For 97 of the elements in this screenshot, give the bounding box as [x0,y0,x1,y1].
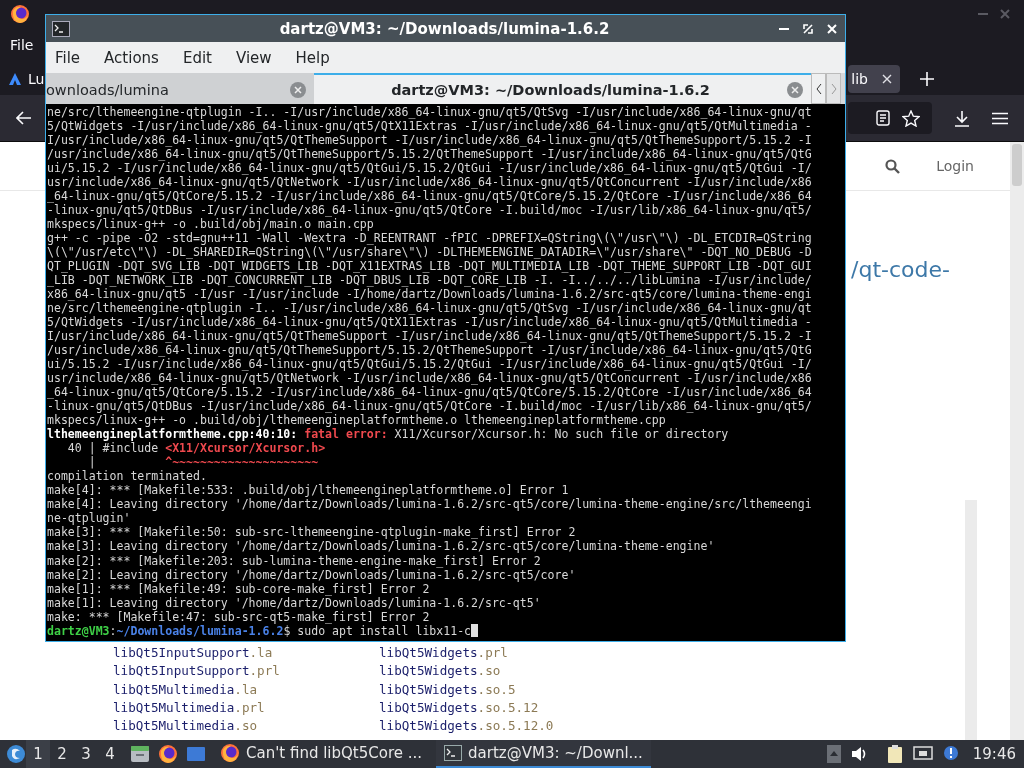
terminal-line: make[4]: Leaving directory '/home/dartz/Downloads/lumina-1.6.2/src-qt5/core/lumina-theme-engine/src/lthemeengi [47,497,812,512]
terminal-line: ui/5.15.2 -I/usr/include/x86_64-linux-gnu/qt5/QtGui/5.15.2/QtGui -I/usr/include/x86_64-linux-gnu/qt5/QtGui -I/ [47,161,812,176]
notification-icon[interactable] [942,745,959,763]
file-name: libQt5Multimedia.so [113,717,259,736]
network-icon[interactable] [912,746,933,762]
terminal-line: x86_64-linux-gnu/qt5 -I/usr -I/usr/include -I/home/dartz/Downloads/lumina-1.6.2/src-qt5/core/lumina-theme-engi [47,287,812,302]
firefox-icon [10,4,30,24]
terminal-line: make[2]: Leaving directory '/home/dartz/Downloads/lumina-1.6.2/src-qt5/core' [47,567,576,582]
firefox-icon [220,743,240,763]
terminal-line: ne-qtplugin' [47,511,131,526]
terminal-line: 5/QtWidgets -I/usr/include/x86_64-linux-gnu/qt5/QtX11Extras -I/usr/include/x86_64-linux-gnu/qt5/QtMultimedia - [47,315,812,330]
left-chevron-icon [815,82,822,95]
right-chevron-icon [830,82,837,95]
window-title: dartz@VM3: ~/Downloads/lumina-1.6.2 [278,19,611,38]
search-icon[interactable] [885,158,901,174]
download-icon[interactable] [954,109,970,127]
menu-item[interactable]: Edit [182,48,224,67]
file-name: libQt5InputSupport.prl [113,662,281,681]
terminal-line: _64-linux-gnu/qt5/QtCore/5.15.2 -I/usr/include/x86_64-linux-gnu/qt5/QtCore/5.15.2/QtCore -I/usr/include/x86_64 [47,385,812,400]
triangle-logo-icon [8,71,22,86]
file-name: libQt5Multimedia.la [113,680,259,699]
terminal-line: dartz@VM3:~/Downloads/lumina-1.6.2$ sudo apt install libx11-c [47,623,472,638]
terminal-line: mkspecs/linux-g++ -o .build/obj/lthemeengineplatformtheme.o lthemeengineplatformtheme.cpp [47,413,666,428]
reader-view-icon[interactable] [876,110,890,126]
workspace-button[interactable]: 4 [98,740,122,768]
page-scrollbar[interactable] [1010,142,1024,740]
terminal-line: ne/src/lthemeengine-qtplugin -I.. -I/usr/include/x86_64-linux-gnu/qt5/QtSvg -I/usr/include/x86_64-linux-gnu/qt [47,105,812,120]
terminal-line: ui/5.15.2 -I/usr/include/x86_64-linux-gnu/qt5/QtGui/5.15.2/QtGui -I/usr/include/x86_64-linux-gnu/qt5/QtGui -I/ [47,357,812,372]
menu-item[interactable]: File [55,48,93,67]
clock[interactable]: 19:46 [972,745,1016,763]
terminal-line: -linux-gnu/qt5/QtDBus -I/usr/include/x86_64-linux-gnu/qt5/QtCore -I.build/moc -I/usr/lib/x86_64-linux-gnu/qt5/ [47,203,812,218]
terminal-line: QT_PLUGIN -DQT_SVG_LIB -DQT_WIDGETS_LIB -DQT_X11EXTRAS_LIB -DQT_MULTIMEDIA_LIB -DQT_THEME_SUPPORT_LIB -DQT_GUI [47,259,812,274]
scroll-left-button[interactable] [811,73,826,104]
title-link[interactable]: /qt-code- [851,255,950,284]
file-name: libQt5InputSupport.la [113,644,274,662]
terminal-line: make[2]: *** [Makefile:203: sub-lumina-theme-engine-make_first] Error 2 [47,553,541,568]
file-name: libQt5Widgets.prl [379,644,509,662]
tray-expand-icon[interactable] [826,745,841,763]
menu-item[interactable]: Actions [104,48,171,67]
file-name: libQt5Widgets.so.5.12.0 [379,717,555,736]
terminal-line: make[4]: *** [Makefile:533: .build/obj/lthemeengineplatformtheme.o] Error 1 [47,483,569,498]
terminal-line: mkspecs/linux-g++ -o .build/obj/main.o main.cpp [47,217,374,232]
workspace-button[interactable]: 1 [26,740,50,768]
terminal-line: _LIB -DQT_NETWORK_LIB -DQT_CONCURRENT_LIB -DQT_DBUS_LIB -DQT_CORE_LIB -I. -I../../../libLumina -I/usr/include/ [47,273,812,288]
star-icon[interactable] [902,109,920,127]
file-name: libQt5Widgets.so.5 [379,680,517,699]
file-name: libQt5Widgets.so [379,662,502,681]
terminal-line: \(\"/usr/etc\"\) -DL_SHAREDIR=QString\(\"/usr/share\"\) -DLTHEMEENGINE_DATADIR=\"/usr/share\" -DQT_NO_DEBUG -D [47,245,812,260]
workspace-button[interactable]: 2 [50,740,74,768]
start-menu-icon[interactable] [6,744,26,764]
window-icon[interactable] [186,746,206,762]
terminal-line: ne/src/lthemeengine-qtplugin -I.. -I/usr/include/x86_64-linux-gnu/qt5/QtSvg -I/usr/include/x86_64-linux-gnu/qt [47,301,812,316]
terminal-line: 5/QtWidgets -I/usr/include/x86_64-linux-gnu/qt5/QtX11Extras -I/usr/include/x86_64-linux-gnu/qt5/QtMultimedia - [47,119,812,134]
firefox-icon[interactable] [158,744,178,764]
terminal-line: I/usr/include/x86_64-linux-gnu/qt5/QtThemeSupport -I/usr/include/x86_64-linux-gnu/qt5/QtThemeSupport/5.15.2 -I [47,133,812,148]
taskbar-task[interactable]: dartz@VM3: ~/Downl... [436,740,651,768]
terminal-line: usr/include/x86_64-linux-gnu/qt5/QtNetwork -I/usr/include/x86_64-linux-gnu/qt5/QtConcurrent -I/usr/include/x86 [47,371,812,386]
scrollbar-thumb[interactable] [1012,144,1022,186]
terminal-line: make[1]: Leaving directory '/home/dartz/Downloads/lumina-1.6.2/src-qt5' [47,595,541,610]
url-field[interactable] [848,102,932,134]
terminal-line: _64-linux-gnu/qt5/QtCore/5.15.2 -I/usr/include/x86_64-linux-gnu/qt5/QtCore/5.15.2/QtCore -I/usr/include/x86_64 [47,189,812,204]
login-link[interactable]: Login [936,158,974,174]
file-name: libQt5Widgets.so.5.12 [379,698,540,717]
terminal-tab[interactable]: dartz@VM3: ~/Downloads/lumina-1.6.2 [314,73,811,104]
text-cursor [471,624,479,638]
terminal-tab[interactable]: ownloads/lumina [46,73,314,104]
browser-tab[interactable]: lib [848,64,900,93]
terminal-line: make[3]: *** [Makefile:50: sub-src-lthemeengine-qtplugin-make_first] Error 2 [47,525,576,540]
terminal-line: make[3]: Leaving directory '/home/dartz/Downloads/lumina-1.6.2/src-qt5/core/lumina-theme-engine' [47,539,715,554]
menu-icon[interactable] [992,111,1008,125]
back-arrow-icon[interactable] [16,111,32,125]
terminal-icon [444,745,463,761]
maximize-icon[interactable] [803,23,813,34]
terminal-line: 40 | #include <X11/Xcursor/Xcursor.h> [66,441,326,456]
code-scrollbar[interactable] [965,500,977,740]
terminal-icon [52,20,70,37]
terminal-line: /usr/include/x86_64-linux-gnu/qt5/QtThemeSupport/5.15.2/QtThemeSupport -I/usr/include/x86_64-linux-gnu/qt5/QtG [47,343,812,358]
terminal-line: make[1]: *** [Makefile:49: sub-core-make_first] Error 2 [47,581,430,596]
terminal-line: lthemeengineplatformtheme.cpp:40:10: fatal error: X11/Xcursor/Xcursor.h: No such file or directory [47,427,729,442]
browser-tab[interactable]: Lu [0,64,45,93]
terminal-line: | ^~~~~~~~~~~~~~~~~~~~~~ [87,455,319,470]
terminal-line: I/usr/include/x86_64-linux-gnu/qt5/QtThemeSupport -I/usr/include/x86_64-linux-gnu/qt5/QtThemeSupport/5.15.2 -I [47,329,812,344]
taskbar-task[interactable]: Can't find libQt5Core ... [212,740,431,768]
terminal-line: make: *** [Makefile:47: sub-src-qt5-make_first] Error 2 [47,609,430,624]
file-name: libQt5Multimedia.prl [113,698,266,717]
menu-item[interactable]: View [235,48,284,67]
terminal-line: /usr/include/x86_64-linux-gnu/qt5/QtThemeSupport/5.15.2/QtThemeSupport -I/usr/include/x86_64-linux-gnu/qt5/QtG [47,147,812,162]
terminal-line: -linux-gnu/qt5/QtDBus -I/usr/include/x86_64-linux-gnu/qt5/QtCore -I.build/moc -I/usr/lib/x86_64-linux-gnu/qt5/ [47,399,812,414]
terminal-line: compilation terminated. [47,469,207,484]
workspace-button[interactable]: 3 [74,740,98,768]
plus-icon[interactable] [920,71,934,86]
menu-item[interactable]: Help [295,48,342,67]
terminal-line: usr/include/x86_64-linux-gnu/qt5/QtNetwork -I/usr/include/x86_64-linux-gnu/qt5/QtConcurrent -I/usr/include/x86 [47,175,812,190]
terminal-line: g++ -c -pipe -O2 -std=gnu++11 -Wall -Wextra -D_REENTRANT -fPIC -DPREFIX=QString\(\"/usr\"\) -DL_ETCDIR=QString [47,231,812,246]
clipboard-icon[interactable] [886,744,903,764]
menu-item[interactable]: File [10,37,34,53]
file-manager-icon[interactable] [130,745,150,763]
